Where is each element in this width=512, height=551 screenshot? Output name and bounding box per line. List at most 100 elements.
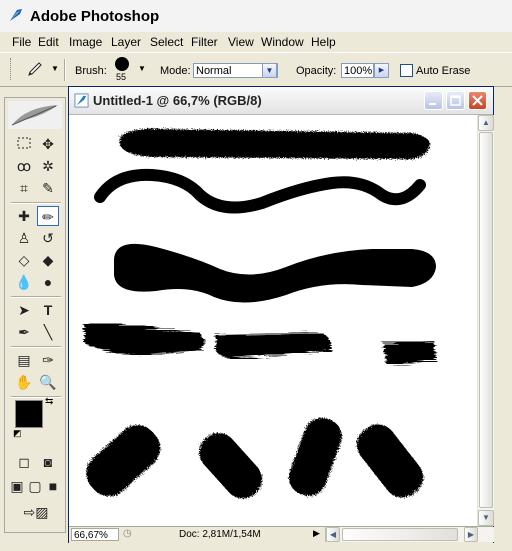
scroll-up-button[interactable]: ▲ xyxy=(478,115,494,131)
document-icon xyxy=(74,93,89,108)
mode-label: Mode: xyxy=(160,65,191,77)
document-canvas[interactable] xyxy=(72,115,477,526)
path-selection-tool-icon[interactable]: ➤ xyxy=(13,300,35,320)
opacity-label: Opacity: xyxy=(296,65,337,77)
menu-image[interactable]: Image xyxy=(66,34,105,50)
minimize-icon xyxy=(429,103,436,105)
zoom-tool-icon[interactable]: 🔍 xyxy=(37,372,59,392)
options-grip[interactable] xyxy=(10,58,13,80)
status-info-icon[interactable]: ◷ xyxy=(123,528,132,539)
menu-filter[interactable]: Filter xyxy=(188,34,221,50)
options-divider xyxy=(64,59,66,81)
toolbox-divider xyxy=(11,202,61,204)
auto-erase-checkbox[interactable] xyxy=(400,64,413,77)
eraser-tool-icon[interactable]: ◇ xyxy=(13,250,35,270)
close-icon xyxy=(472,95,483,106)
clone-stamp-tool-icon[interactable]: ♙ xyxy=(13,228,35,248)
menu-select[interactable]: Select xyxy=(147,34,186,50)
marquee-tool-icon[interactable] xyxy=(13,134,35,154)
swap-colors-icon[interactable]: ⇆ xyxy=(45,396,53,407)
canvas-artwork xyxy=(84,128,436,499)
notes-tool-icon[interactable]: ▤ xyxy=(13,350,35,370)
doc-size-value: Doc: 2,81M/1,54M xyxy=(179,529,261,540)
scroll-right-button[interactable]: ▶ xyxy=(464,527,478,542)
eyedropper-tool-icon[interactable]: ✑ xyxy=(37,350,59,370)
opacity-value: 100% xyxy=(344,65,373,77)
auto-erase-label: Auto Erase xyxy=(416,65,471,77)
close-button[interactable] xyxy=(468,91,487,110)
mode-dropdown-button[interactable]: ▼ xyxy=(262,63,277,78)
toolbox-divider xyxy=(11,346,61,348)
menu-view[interactable]: View xyxy=(225,34,257,50)
status-menu-arrow-icon[interactable]: ▶ xyxy=(313,528,320,539)
brush-label: Brush: xyxy=(75,65,107,77)
brush-preview-icon[interactable] xyxy=(115,57,129,71)
pen-tool-icon[interactable]: ✒ xyxy=(13,322,35,342)
opacity-field[interactable]: 100% xyxy=(341,63,374,78)
menu-help[interactable]: Help xyxy=(308,34,339,50)
maximize-button[interactable] xyxy=(446,91,465,110)
scroll-left-button[interactable]: ◀ xyxy=(326,527,340,542)
magic-wand-tool-icon[interactable]: ✲ xyxy=(37,156,59,176)
wavy-pencil-stroke xyxy=(94,168,426,214)
photoshop-logo-icon xyxy=(10,9,22,21)
feather-logo-icon[interactable] xyxy=(8,101,62,129)
horizontal-scrollbar[interactable]: ◀ ▶ xyxy=(325,527,494,542)
full-screen-mode-icon[interactable]: ■ xyxy=(45,476,61,496)
brush-picker-arrow-icon[interactable]: ▼ xyxy=(138,64,146,73)
document-title: Untitled-1 @ 66,7% (RGB/8) xyxy=(93,93,262,108)
options-bar: ▼ Brush: 55 ▼ Mode: Normal ▼ Opacity: 10… xyxy=(0,52,512,87)
menu-layer[interactable]: Layer xyxy=(108,34,144,50)
pencil-tool-icon[interactable]: ✏ xyxy=(37,206,59,226)
brush-size: 55 xyxy=(116,72,127,82)
status-bar: 66,67% ◷ Doc: 2,81M/1,54M ▶ ◀ ▶ xyxy=(69,526,494,543)
opacity-slider-button[interactable]: ▶ xyxy=(374,63,389,78)
dodge-tool-icon[interactable]: ● xyxy=(37,272,59,292)
scroll-down-button[interactable]: ▼ xyxy=(478,510,494,526)
mode-value: Normal xyxy=(196,65,232,77)
default-colors-icon[interactable]: ◩ xyxy=(13,428,22,439)
blur-tool-icon[interactable]: 💧 xyxy=(13,272,35,292)
zoom-value: 66,67% xyxy=(74,530,108,541)
line-tool-icon[interactable]: ╲ xyxy=(37,322,59,342)
toolbox-divider xyxy=(11,396,61,398)
menu-window[interactable]: Window xyxy=(258,34,307,50)
foreground-color-swatch[interactable] xyxy=(15,400,43,428)
standard-mode-icon[interactable]: ◻ xyxy=(13,452,35,472)
tool-preset-arrow-icon[interactable]: ▼ xyxy=(51,64,59,73)
toolbox: ✥ ꝏ ✲ ⌗ ✎ ✚ ✏ ♙ ↺ ◇ ◆ 💧 ● ➤ T ✒ ╲ ▤ ✑ ✋ … xyxy=(4,97,66,533)
vertical-scroll-thumb[interactable] xyxy=(479,132,493,508)
quick-mask-mode-icon[interactable]: ◙ xyxy=(37,452,59,472)
pencil-tool-preset-icon[interactable] xyxy=(26,61,46,77)
vertical-scrollbar[interactable]: ▲ ▼ xyxy=(477,115,494,526)
lasso-tool-icon[interactable]: ꝏ xyxy=(13,156,35,176)
toolbox-divider xyxy=(11,296,61,298)
document-title-bar[interactable]: Untitled-1 @ 66,7% (RGB/8) xyxy=(69,87,493,115)
paint-bucket-tool-icon[interactable]: ◆ xyxy=(37,250,59,270)
history-brush-tool-icon[interactable]: ↺ xyxy=(37,228,59,248)
document-window: Untitled-1 @ 66,7% (RGB/8) ▲ ▼ 66,67% ◷ … xyxy=(68,86,494,543)
hand-tool-icon[interactable]: ✋ xyxy=(13,372,35,392)
angled-brush-strokes xyxy=(86,417,424,499)
doc-size-field: Doc: 2,81M/1,54M xyxy=(177,528,305,541)
zoom-field[interactable]: 66,67% xyxy=(71,528,119,541)
type-tool-icon[interactable]: T xyxy=(37,300,59,320)
healing-brush-tool-icon[interactable]: ✚ xyxy=(13,206,35,226)
move-tool-icon[interactable]: ✥ xyxy=(37,134,59,154)
rough-brush-stroke xyxy=(120,128,430,160)
minimize-button[interactable] xyxy=(424,91,443,110)
streaked-stroke-row xyxy=(84,323,436,365)
app-title-bar: Adobe Photoshop xyxy=(0,0,512,33)
horizontal-scroll-thumb[interactable] xyxy=(342,528,458,541)
menu-bar: File Edit Image Layer Select Filter View… xyxy=(0,32,512,52)
full-screen-menu-mode-icon[interactable]: ▢ xyxy=(27,476,43,496)
standard-screen-mode-icon[interactable]: ▣ xyxy=(9,476,25,496)
menu-file[interactable]: File xyxy=(9,34,34,50)
slice-tool-icon[interactable]: ✎ xyxy=(37,178,59,198)
app-title: Adobe Photoshop xyxy=(30,8,160,25)
menu-edit[interactable]: Edit xyxy=(35,34,62,50)
crop-tool-icon[interactable]: ⌗ xyxy=(13,178,35,198)
jump-to-imageready-icon[interactable]: ⇨▨ xyxy=(13,502,59,522)
thick-wavy-stroke xyxy=(114,243,436,303)
maximize-icon xyxy=(450,95,461,106)
